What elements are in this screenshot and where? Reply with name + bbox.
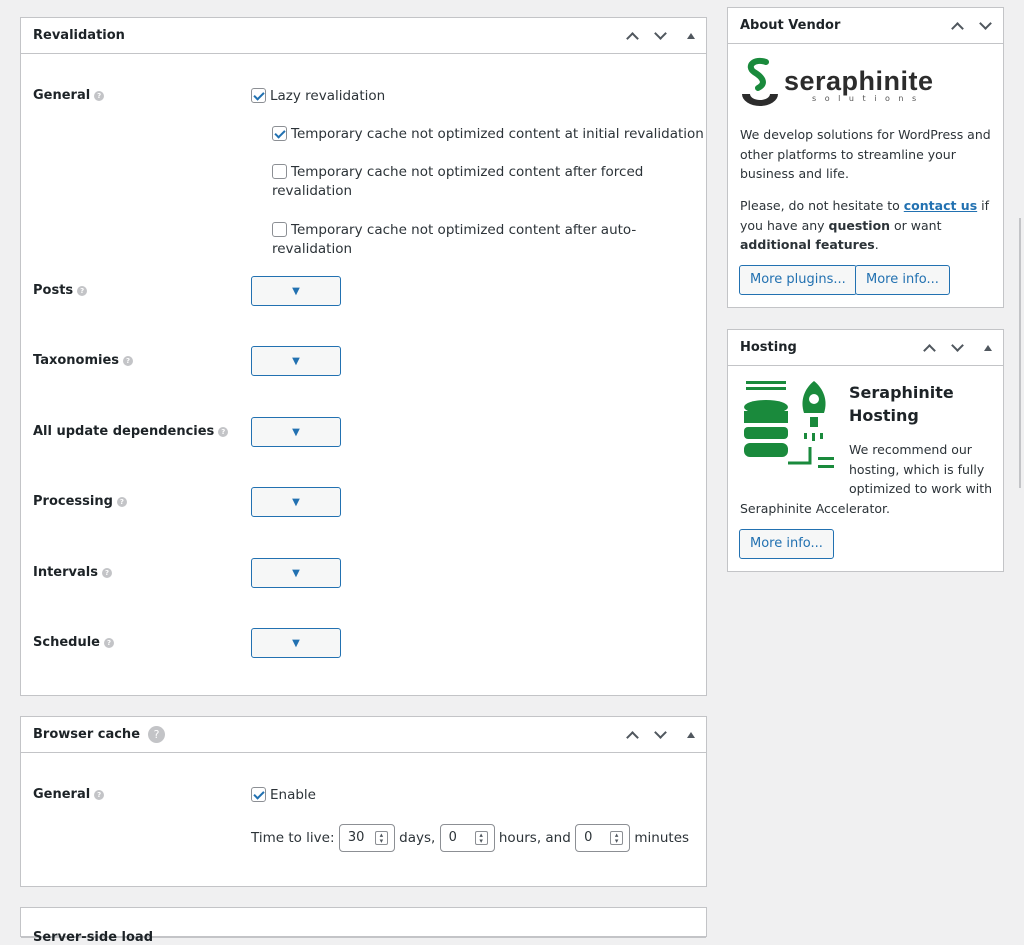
dependencies-dropdown[interactable]: ▼: [251, 417, 341, 447]
server-load-panel: Server-side load: [20, 907, 707, 945]
processing-dropdown[interactable]: ▼: [251, 487, 341, 517]
help-icon[interactable]: ?: [94, 789, 105, 800]
checkbox-empty-icon[interactable]: [272, 164, 287, 179]
panel-title: Revalidation: [33, 28, 125, 43]
help-icon[interactable]: ?: [101, 567, 112, 578]
collapse-toggle-icon[interactable]: [684, 33, 698, 39]
checkbox-empty-icon[interactable]: [272, 222, 287, 237]
logo-name: seraphinite: [784, 66, 934, 96]
minutes-input[interactable]: 0 ▴ ▾: [575, 824, 631, 852]
lazy-revalidation-checkbox[interactable]: Lazy revalidation: [251, 87, 385, 106]
contact-us-link[interactable]: contact us: [904, 198, 977, 213]
spinner-icon[interactable]: ▴ ▾: [474, 831, 488, 845]
hosting-panel: Hosting Seraphinite Hosting We recommend …: [727, 329, 1004, 572]
hours-input[interactable]: 0 ▴ ▾: [439, 824, 495, 852]
intervals-dropdown[interactable]: ▼: [251, 558, 341, 588]
enable-checkbox[interactable]: Enable: [251, 786, 316, 805]
dependencies-label: All update dependencies?: [33, 424, 229, 439]
checkbox-checked-icon[interactable]: [251, 88, 266, 103]
help-icon[interactable]: ?: [94, 90, 105, 101]
about-vendor-panel: About Vendor seraphinite s o l u t i o n…: [727, 7, 1004, 308]
taxonomies-dropdown[interactable]: ▼: [251, 346, 341, 376]
ttl-label: Time to live:: [251, 830, 335, 846]
initial-revalidation-checkbox[interactable]: Temporary cache not optimized content at…: [272, 125, 704, 144]
panel-title: Browser cache: [33, 727, 141, 742]
checkbox-checked-icon[interactable]: [272, 126, 287, 141]
collapse-toggle-icon[interactable]: [981, 345, 995, 351]
panel-title: Server-side load: [33, 930, 153, 945]
collapse-toggle-icon[interactable]: [684, 732, 698, 738]
spinner-icon[interactable]: ▴ ▾: [374, 831, 388, 845]
more-plugins-button[interactable]: More plugins...: [739, 265, 857, 295]
panel-header[interactable]: About Vendor: [728, 8, 1003, 44]
browser-cache-panel: Browser cache ? General? Enable Time to …: [20, 716, 707, 887]
panel-header[interactable]: Browser cache ?: [21, 717, 706, 753]
help-icon[interactable]: ?: [148, 726, 166, 743]
days-unit: days,: [399, 830, 436, 846]
help-icon[interactable]: ?: [123, 355, 134, 366]
minutes-unit: minutes: [634, 830, 690, 846]
scrollbar-thumb[interactable]: [1019, 218, 1021, 488]
seraphinite-s-icon: [742, 58, 778, 106]
move-up-icon[interactable]: [626, 728, 642, 744]
hosting-heading: Seraphinite Hosting: [849, 383, 954, 425]
logo-sub: s o l u t i o n s: [812, 94, 920, 103]
panel-title: About Vendor: [740, 18, 841, 33]
hosting-description: We recommend our hosting, which is fully…: [740, 442, 993, 516]
days-input[interactable]: 30 ▴ ▾: [338, 824, 395, 852]
hosting-more-info-button[interactable]: More info...: [739, 529, 834, 559]
help-icon[interactable]: ?: [116, 496, 127, 507]
panel-header[interactable]: Hosting: [728, 330, 1003, 366]
help-icon[interactable]: ?: [77, 285, 88, 296]
help-icon[interactable]: ?: [218, 426, 229, 437]
about-description: We develop solutions for WordPress and o…: [740, 127, 991, 181]
intervals-label: Intervals?: [33, 565, 112, 580]
about-contact-text: Please, do not hesitate to contact us if…: [740, 198, 990, 252]
hours-unit: hours, and: [498, 830, 571, 846]
forced-revalidation-checkbox[interactable]: Temporary cache not optimized content af…: [272, 163, 643, 201]
panel-header[interactable]: Server-side load: [21, 908, 706, 945]
move-down-icon[interactable]: [654, 726, 670, 739]
checkbox-checked-icon[interactable]: [251, 787, 266, 802]
move-down-icon[interactable]: [654, 27, 670, 40]
posts-label: Posts?: [33, 283, 88, 298]
general-label: General?: [33, 787, 105, 802]
panel-title: Hosting: [740, 340, 797, 355]
auto-revalidation-checkbox[interactable]: Temporary cache not optimized content af…: [272, 221, 706, 259]
panel-header[interactable]: Revalidation: [21, 18, 706, 54]
seraphinite-logo: seraphinite s o l u t i o n s: [740, 56, 940, 110]
spinner-icon[interactable]: ▴ ▾: [610, 831, 624, 845]
taxonomies-label: Taxonomies?: [33, 353, 134, 368]
move-up-icon[interactable]: [626, 29, 642, 45]
move-down-icon[interactable]: [979, 17, 995, 30]
general-label: General?: [33, 88, 105, 103]
schedule-label: Schedule?: [33, 635, 114, 650]
move-down-icon[interactable]: [951, 339, 967, 352]
processing-label: Processing?: [33, 494, 127, 509]
revalidation-panel: Revalidation General? Lazy revalidation …: [20, 17, 707, 696]
ttl-row: Time to live: 30 ▴ ▾ days, 0 ▴ ▾ hours, and …: [251, 824, 689, 852]
help-icon[interactable]: ?: [103, 637, 114, 648]
move-up-icon[interactable]: [951, 19, 967, 35]
posts-dropdown[interactable]: ▼: [251, 276, 341, 306]
schedule-dropdown[interactable]: ▼: [251, 628, 341, 658]
move-up-icon[interactable]: [923, 341, 939, 357]
more-info-button[interactable]: More info...: [855, 265, 950, 295]
